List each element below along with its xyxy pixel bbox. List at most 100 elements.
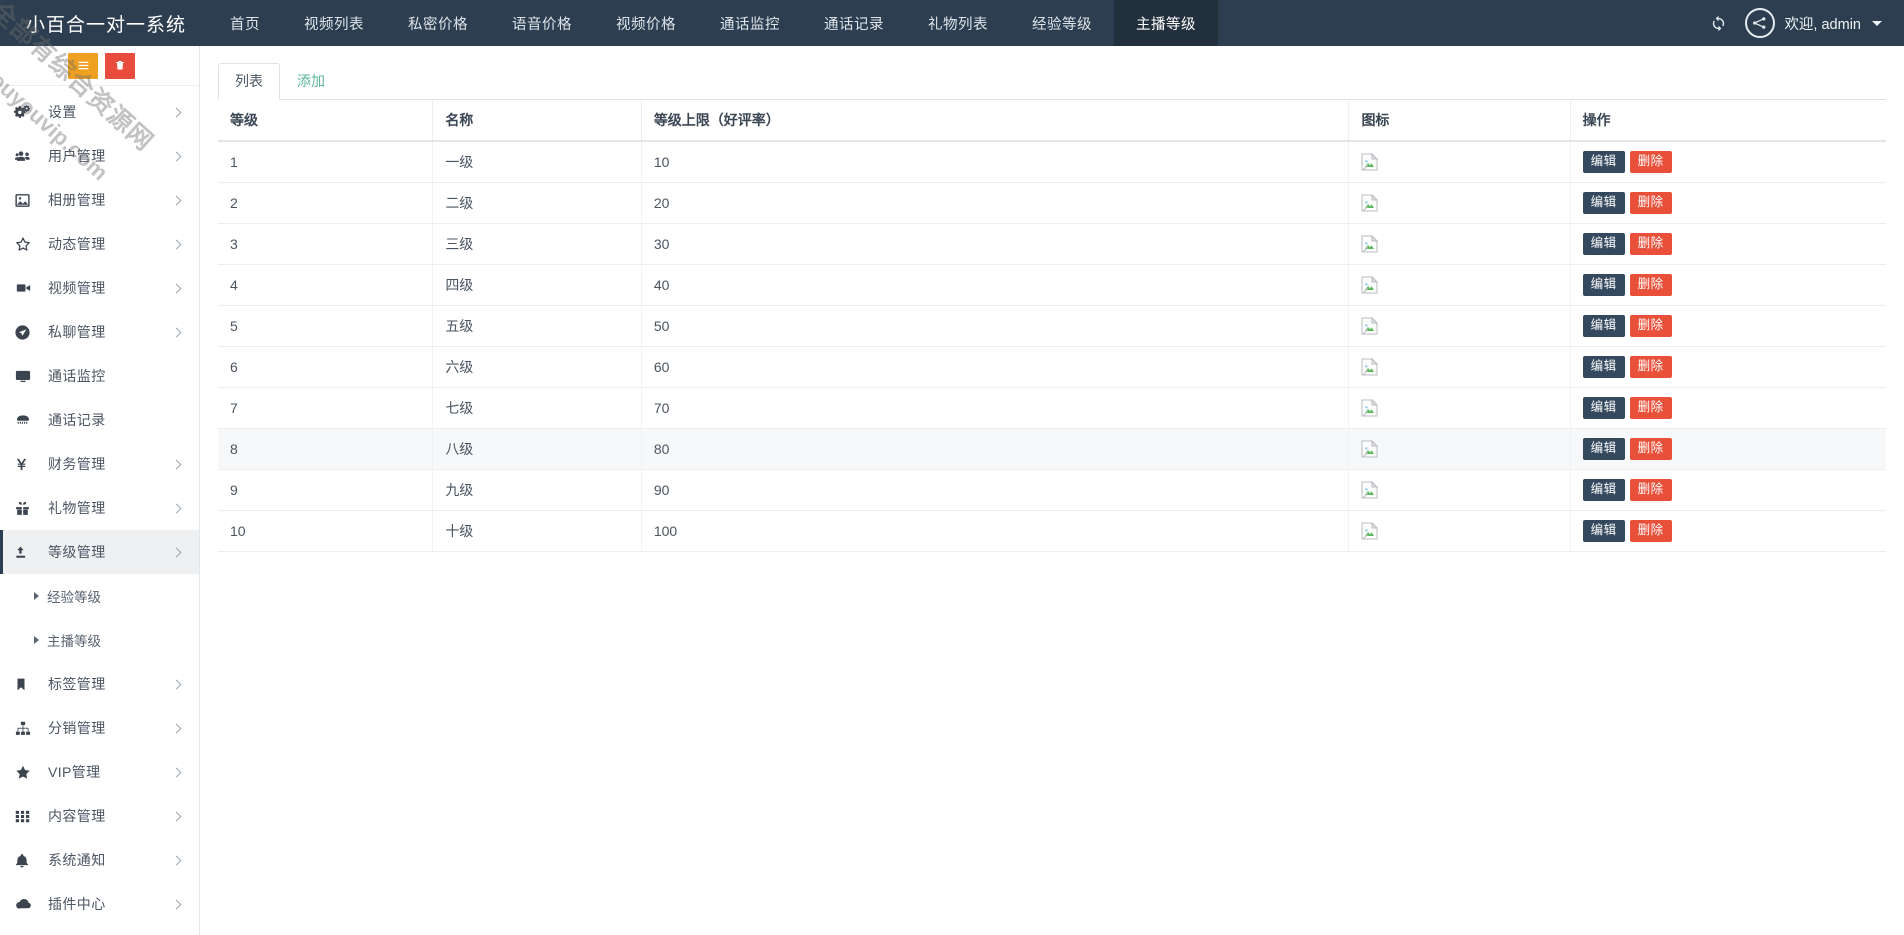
sidebar-subitem-经验等级[interactable]: 经验等级 — [0, 574, 199, 618]
delete-button[interactable]: 删除 — [1629, 233, 1672, 255]
table-row[interactable]: 6 六级 60 编辑 删除 — [218, 346, 1886, 388]
sidebar-item-礼物管理[interactable]: 礼物管理 — [0, 486, 199, 530]
delete-button[interactable]: 删除 — [1629, 397, 1672, 419]
caret-right-icon — [34, 636, 39, 644]
content-tabs: 列表 添加 — [218, 63, 1886, 100]
broken-image-icon — [1361, 193, 1379, 212]
sidebar-item-设置[interactable]: 设置 — [0, 90, 199, 134]
image-icon — [14, 190, 40, 210]
cell-limit: 10 — [641, 141, 1350, 183]
sidebar-item-动态管理[interactable]: 动态管理 — [0, 222, 199, 266]
tab-添加[interactable]: 添加 — [280, 63, 342, 100]
delete-button[interactable]: 删除 — [1629, 438, 1672, 460]
nav-item-2[interactable]: 私密价格 — [386, 0, 490, 46]
delete-button[interactable]: 删除 — [1629, 520, 1672, 542]
cell-name: 六级 — [432, 346, 642, 388]
gears-icon — [14, 102, 40, 122]
collapse-button[interactable] — [68, 52, 98, 79]
delete-button[interactable]: 删除 — [1629, 192, 1672, 214]
brand-logo[interactable]: 小百合一对一系统 — [0, 0, 208, 46]
cell-actions: 编辑 删除 — [1570, 264, 1886, 306]
avatar — [1745, 8, 1776, 38]
sidebar-item-通话监控[interactable]: 通话监控 — [0, 354, 199, 398]
edit-button[interactable]: 编辑 — [1582, 520, 1625, 542]
sidebar-subitem-主播等级[interactable]: 主播等级 — [0, 618, 199, 662]
table-row[interactable]: 1 一级 10 编辑 删除 — [218, 141, 1886, 183]
nav-item-3[interactable]: 语音价格 — [490, 0, 594, 46]
sidebar-item-label: 动态管理 — [48, 236, 106, 252]
sidebar-item-label: 标签管理 — [48, 676, 106, 692]
edit-button[interactable]: 编辑 — [1582, 356, 1625, 378]
cell-actions: 编辑 删除 — [1570, 182, 1886, 224]
table-row[interactable]: 7 七级 70 编辑 删除 — [218, 387, 1886, 429]
cell-actions: 编辑 删除 — [1570, 387, 1886, 429]
edit-button[interactable]: 编辑 — [1582, 438, 1625, 460]
delete-button[interactable]: 删除 — [1629, 274, 1672, 296]
sidebar-item-分销管理[interactable]: 分销管理 — [0, 706, 199, 750]
cell-icon — [1348, 223, 1571, 265]
edit-button[interactable]: 编辑 — [1582, 397, 1625, 419]
edit-button[interactable]: 编辑 — [1582, 233, 1625, 255]
star-icon — [14, 234, 40, 254]
broken-image-icon — [1361, 275, 1379, 294]
cell-icon — [1348, 428, 1571, 470]
cell-limit: 20 — [641, 182, 1350, 224]
sidebar-item-财务管理[interactable]: 财务管理 — [0, 442, 199, 486]
edit-button[interactable]: 编辑 — [1582, 151, 1625, 173]
table-row[interactable]: 10 十级 100 编辑 删除 — [218, 510, 1886, 552]
sidebar-item-私聊管理[interactable]: 私聊管理 — [0, 310, 199, 354]
edit-button[interactable]: 编辑 — [1582, 315, 1625, 337]
table-row[interactable]: 3 三级 30 编辑 删除 — [218, 223, 1886, 265]
delete-button[interactable]: 删除 — [1629, 356, 1672, 378]
nav-item-1[interactable]: 视频列表 — [282, 0, 386, 46]
sidebar-item-label: 财务管理 — [48, 456, 106, 472]
cell-icon — [1348, 387, 1571, 429]
nav-item-6[interactable]: 通话记录 — [802, 0, 906, 46]
tab-列表[interactable]: 列表 — [218, 63, 280, 100]
table-row[interactable]: 4 四级 40 编辑 删除 — [218, 264, 1886, 306]
cell-level: 1 — [218, 141, 434, 183]
edit-button[interactable]: 编辑 — [1582, 479, 1625, 501]
edit-button[interactable]: 编辑 — [1582, 192, 1625, 214]
nav-item-4[interactable]: 视频价格 — [594, 0, 698, 46]
top-nav-list: 首页 视频列表 私密价格 语音价格 视频价格 通话监控 通话记录 礼物列表 经验等级 主播等级 — [208, 0, 1705, 46]
bookmark-icon — [14, 674, 40, 694]
table-head: 等级 名称 等级上限（好评率） 图标 操作 — [218, 100, 1886, 142]
nav-item-7[interactable]: 礼物列表 — [906, 0, 1010, 46]
sidebar-item-内容管理[interactable]: 内容管理 — [0, 794, 199, 838]
sidebar-toolbar — [0, 46, 199, 86]
nav-item-9[interactable]: 主播等级 — [1114, 0, 1219, 46]
sidebar: 设置用户管理 相册管理动态管理视频管理 私聊管理 通话监控 通话记录财务管理礼物管理 等级… — [0, 46, 200, 935]
user-menu[interactable]: 欢迎, admin — [1745, 8, 1882, 38]
delete-button[interactable]: 删除 — [1629, 151, 1672, 173]
cell-level: 2 — [218, 182, 434, 224]
nav-item-0[interactable]: 首页 — [208, 0, 282, 46]
nav-item-8[interactable]: 经验等级 — [1010, 0, 1114, 46]
nav-item-5[interactable]: 通话监控 — [698, 0, 802, 46]
sidebar-item-视频管理[interactable]: 视频管理 — [0, 266, 199, 310]
sidebar-item-系统通知[interactable]: 系统通知 — [0, 838, 199, 882]
sidebar-item-用户管理[interactable]: 用户管理 — [0, 134, 199, 178]
sidebar-item-等级管理[interactable]: 等级管理 — [0, 530, 199, 574]
cell-level: 4 — [218, 264, 434, 306]
delete-button[interactable]: 删除 — [1629, 315, 1672, 337]
sidebar-item-通话记录[interactable]: 通话记录 — [0, 398, 199, 442]
sidebar-item-标签管理[interactable]: 标签管理 — [0, 662, 199, 706]
cell-level: 5 — [218, 305, 434, 347]
refresh-icon[interactable] — [1705, 10, 1731, 36]
delete-button[interactable]: 删除 — [1629, 479, 1672, 501]
table-row[interactable]: 5 五级 50 编辑 删除 — [218, 305, 1886, 347]
sidebar-item-VIP管理[interactable]: VIP管理 — [0, 750, 199, 794]
sidebar-item-插件中心[interactable]: 插件中心 — [0, 882, 199, 926]
edit-button[interactable]: 编辑 — [1582, 274, 1625, 296]
table-row[interactable]: 2 二级 20 编辑 删除 — [218, 182, 1886, 224]
cell-actions: 编辑 删除 — [1570, 469, 1886, 511]
sidebar-item-相册管理[interactable]: 相册管理 — [0, 178, 199, 222]
table-row[interactable]: 9 九级 90 编辑 删除 — [218, 469, 1886, 511]
chevron-right-icon — [171, 283, 182, 293]
sidebar-item-label: 设置 — [48, 104, 77, 120]
broken-image-icon — [1361, 357, 1379, 376]
trash-button[interactable] — [105, 52, 135, 79]
table-row[interactable]: 8 八级 80 编辑 删除 — [218, 428, 1886, 470]
sidebar-item-label: 内容管理 — [48, 808, 106, 824]
